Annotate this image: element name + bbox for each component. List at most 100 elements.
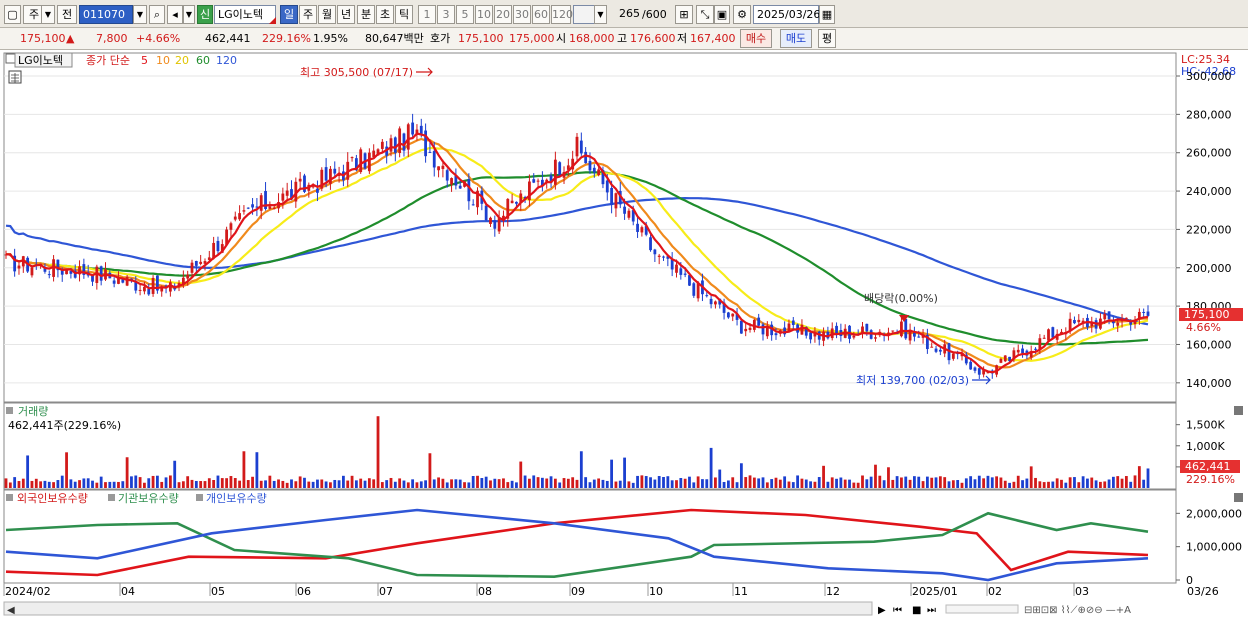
candle-body bbox=[233, 216, 237, 220]
speaker-icon[interactable]: ◂ bbox=[167, 5, 183, 24]
candle-body bbox=[662, 256, 665, 258]
tab-minute[interactable]: 분 bbox=[357, 5, 375, 24]
prev-button[interactable]: 전 bbox=[57, 5, 77, 24]
chevron-down-icon[interactable]: ▼ bbox=[41, 5, 55, 24]
stop-icon[interactable]: ■ bbox=[912, 605, 921, 616]
zoom-slider[interactable] bbox=[945, 604, 1019, 614]
eval-button[interactable]: 평 bbox=[818, 29, 836, 48]
window-menu-icon[interactable]: ▢ bbox=[4, 5, 21, 24]
volume-bar bbox=[1047, 481, 1050, 488]
volume-bar bbox=[21, 478, 25, 488]
interval-1[interactable]: 1 bbox=[418, 5, 436, 24]
sell-button[interactable]: 매도 bbox=[780, 29, 812, 48]
layout-tools-icon[interactable]: ⊟⊞⊡⊠ ⌇⌇⟋⊕⊘⊖ —+A bbox=[1024, 605, 1131, 616]
scroll-left-icon[interactable]: ◀ bbox=[7, 605, 15, 616]
interval-60[interactable]: 60 bbox=[532, 5, 550, 24]
volume-bar bbox=[125, 457, 129, 488]
calendar-icon[interactable]: ▦ bbox=[819, 5, 835, 24]
last-page-icon[interactable]: ⏭ bbox=[927, 605, 936, 616]
volume-bar bbox=[696, 476, 700, 488]
candle-body bbox=[125, 277, 129, 286]
volume-bar bbox=[895, 476, 899, 488]
candle-body bbox=[268, 206, 272, 209]
candle-body bbox=[147, 288, 151, 295]
volume-bar bbox=[229, 476, 233, 488]
volume-bar bbox=[216, 475, 220, 488]
interval-dropdown-icon[interactable]: ▼ bbox=[594, 5, 607, 24]
tab-month[interactable]: 월 bbox=[318, 5, 336, 24]
interval-5[interactable]: 5 bbox=[456, 5, 474, 24]
save-icon[interactable]: ▣ bbox=[714, 5, 730, 24]
volume-last-pct: 229.16% bbox=[1186, 473, 1235, 486]
volume-bar bbox=[17, 481, 21, 488]
type-select-label: 주 bbox=[28, 8, 40, 21]
holding-panel-close-icon[interactable] bbox=[1234, 493, 1243, 502]
volume-bar bbox=[337, 480, 341, 488]
ma-title: 종가 단순 bbox=[86, 54, 130, 67]
candle-body bbox=[112, 280, 116, 284]
candle-body bbox=[1034, 348, 1037, 350]
volume-bar bbox=[904, 476, 908, 488]
stock-name-field[interactable]: LG이노텍 bbox=[214, 5, 276, 24]
tab-tick[interactable]: 틱 bbox=[395, 5, 413, 24]
scroll-right-icon[interactable]: ▶ bbox=[878, 605, 886, 616]
candle-body bbox=[900, 321, 903, 337]
gear-icon[interactable]: ⚙ bbox=[733, 5, 751, 24]
interval-3-label: 3 bbox=[442, 8, 450, 21]
candle-body bbox=[670, 259, 674, 270]
top-toolbar: ▢ 주 ▼ 전 011070 ▼ ⌕ ◂ ▼ 신 LG이노텍 일 주 월 년 분… bbox=[0, 0, 1248, 28]
draw-tool-icon[interactable]: ⤡ bbox=[696, 5, 714, 24]
holding-y-axis: 2,000,0001,000,0000 bbox=[1176, 507, 1242, 587]
volume-bar bbox=[255, 452, 259, 488]
volume-bar bbox=[173, 460, 177, 488]
chart-canvas[interactable]: LG이노텍 종가 단순 5 10 20 60 120 LC:25.34 HC:-… bbox=[0, 50, 1248, 621]
tab-year[interactable]: 년 bbox=[337, 5, 355, 24]
x-tick-label: 05 bbox=[211, 585, 225, 598]
volume-bar bbox=[346, 480, 350, 488]
candle-body bbox=[190, 262, 194, 273]
candle-body bbox=[1107, 311, 1111, 320]
volume-bar bbox=[631, 482, 635, 488]
search-icon[interactable]: ⌕ bbox=[149, 5, 165, 24]
volume-bar bbox=[588, 482, 592, 488]
candle-body bbox=[350, 157, 354, 159]
horizontal-scrollbar[interactable] bbox=[3, 601, 873, 616]
date-input[interactable]: 2025/03/26 bbox=[753, 5, 820, 24]
candle-body bbox=[791, 320, 795, 325]
stock-code-input[interactable]: 011070 bbox=[79, 5, 133, 24]
candle-body bbox=[471, 204, 475, 206]
volume-bar bbox=[437, 477, 440, 488]
tab-day[interactable]: 일 bbox=[280, 5, 298, 24]
volume-bar bbox=[1051, 481, 1055, 488]
volume-bar bbox=[519, 461, 523, 488]
volume-bar bbox=[826, 481, 830, 488]
code-dropdown-icon[interactable]: ▼ bbox=[133, 5, 147, 24]
volume-bar bbox=[454, 479, 458, 488]
interval-3[interactable]: 3 bbox=[437, 5, 455, 24]
volume-panel-close-icon[interactable] bbox=[1234, 406, 1243, 415]
prev-button-label: 전 bbox=[61, 8, 73, 21]
volume-bar bbox=[618, 480, 622, 488]
candle-body bbox=[917, 336, 921, 338]
tab-second[interactable]: 초 bbox=[376, 5, 394, 24]
volume-tick-label: 1,500K bbox=[1186, 419, 1225, 432]
speaker-dropdown-icon[interactable]: ▼ bbox=[183, 5, 195, 24]
interval-10[interactable]: 10 bbox=[475, 5, 493, 24]
candle-body bbox=[623, 206, 626, 214]
sell-button-label: 매도 bbox=[785, 32, 807, 45]
price-tick-label: 280,000 bbox=[1186, 108, 1232, 121]
candle-body bbox=[579, 140, 583, 154]
first-page-icon[interactable]: ⏮ bbox=[893, 605, 902, 616]
interval-20[interactable]: 20 bbox=[494, 5, 512, 24]
tab-year-label: 년 bbox=[340, 8, 352, 21]
tab-week[interactable]: 주 bbox=[299, 5, 317, 24]
candle-settings-icon[interactable]: ⊞ bbox=[675, 5, 693, 24]
volume-bar bbox=[515, 482, 518, 488]
interval-30[interactable]: 30 bbox=[513, 5, 531, 24]
candle-body bbox=[683, 273, 687, 275]
volume-bar bbox=[553, 478, 557, 488]
buy-button[interactable]: 매수 bbox=[740, 29, 772, 48]
volume-bar bbox=[796, 475, 800, 488]
count-input[interactable]: 265 bbox=[612, 5, 642, 24]
interval-120[interactable]: 120 bbox=[551, 5, 573, 24]
